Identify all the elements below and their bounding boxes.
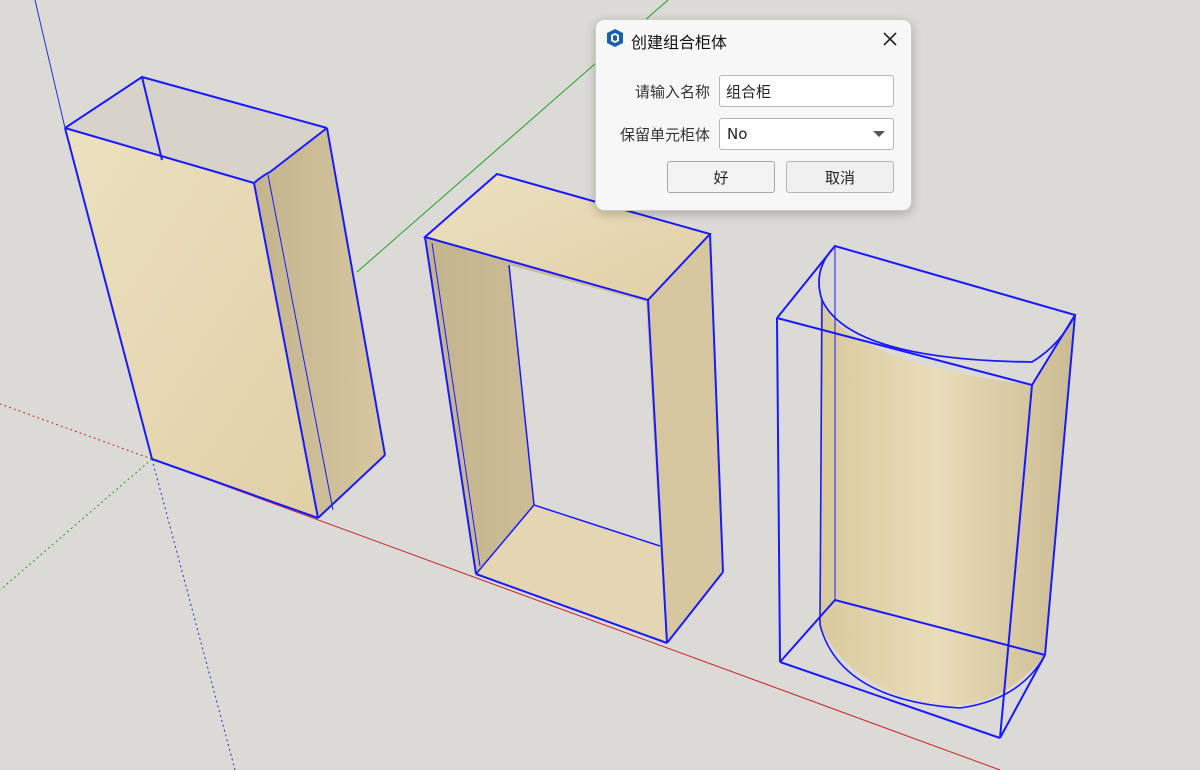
chevron-down-icon <box>873 131 885 137</box>
cabinet-cylinder-right[interactable] <box>776 244 1077 739</box>
dialog-titlebar: 创建组合柜体 <box>596 20 911 58</box>
cancel-button[interactable]: 取消 <box>786 161 894 193</box>
cabinet-frame-middle[interactable] <box>422 172 724 644</box>
select-value: No <box>727 125 748 143</box>
green-axis-dotted <box>0 458 153 591</box>
name-label: 请输入名称 <box>634 83 710 101</box>
blue-axis-solid <box>34 0 66 129</box>
red-axis-dotted <box>0 403 153 460</box>
close-icon <box>883 32 897 46</box>
create-combined-cabinet-dialog: 创建组合柜体 请输入名称 保留单元柜体 No 好 取消 <box>595 19 912 211</box>
blue-axis-dotted <box>151 458 236 770</box>
name-input[interactable] <box>719 75 894 107</box>
cabinet-box-left[interactable] <box>64 75 386 519</box>
ok-button[interactable]: 好 <box>667 161 775 193</box>
sketchup-logo-icon <box>607 29 623 47</box>
keep-unit-cabinet-label: 保留单元柜体 <box>619 126 710 144</box>
close-button[interactable] <box>875 24 905 54</box>
dialog-title: 创建组合柜体 <box>631 33 728 52</box>
keep-unit-cabinet-select[interactable]: No <box>719 118 894 150</box>
